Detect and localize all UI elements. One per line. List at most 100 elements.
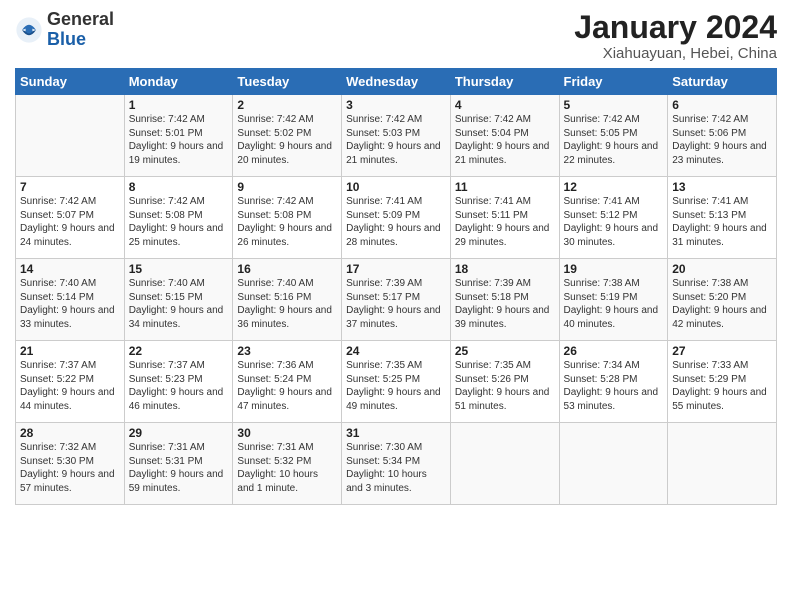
day-number: 27 [672,344,772,358]
calendar-cell [16,95,125,177]
week-row-2: 7Sunrise: 7:42 AM Sunset: 5:07 PM Daylig… [16,177,777,259]
day-number: 16 [237,262,337,276]
day-content: Sunrise: 7:37 AM Sunset: 5:23 PM Dayligh… [129,359,229,413]
week-row-1: 1Sunrise: 7:42 AM Sunset: 5:01 PM Daylig… [16,95,777,177]
calendar-cell: 4Sunrise: 7:42 AM Sunset: 5:04 PM Daylig… [450,95,559,177]
day-number: 12 [564,180,664,194]
day-header-monday: Monday [124,69,233,95]
day-number: 19 [564,262,664,276]
calendar-cell: 20Sunrise: 7:38 AM Sunset: 5:20 PM Dayli… [668,259,777,341]
day-number: 9 [237,180,337,194]
calendar-cell: 29Sunrise: 7:31 AM Sunset: 5:31 PM Dayli… [124,423,233,505]
calendar-cell: 31Sunrise: 7:30 AM Sunset: 5:34 PM Dayli… [342,423,451,505]
day-content: Sunrise: 7:34 AM Sunset: 5:28 PM Dayligh… [564,359,664,413]
day-number: 15 [129,262,229,276]
calendar-subtitle: Xiahuayuan, Hebei, China [574,45,777,62]
calendar-cell: 6Sunrise: 7:42 AM Sunset: 5:06 PM Daylig… [668,95,777,177]
day-number: 3 [346,98,446,112]
day-content: Sunrise: 7:42 AM Sunset: 5:02 PM Dayligh… [237,113,337,167]
week-row-3: 14Sunrise: 7:40 AM Sunset: 5:14 PM Dayli… [16,259,777,341]
day-header-row: SundayMondayTuesdayWednesdayThursdayFrid… [16,69,777,95]
day-content: Sunrise: 7:40 AM Sunset: 5:16 PM Dayligh… [237,277,337,331]
calendar-cell: 7Sunrise: 7:42 AM Sunset: 5:07 PM Daylig… [16,177,125,259]
day-content: Sunrise: 7:32 AM Sunset: 5:30 PM Dayligh… [20,441,120,495]
day-content: Sunrise: 7:37 AM Sunset: 5:22 PM Dayligh… [20,359,120,413]
day-content: Sunrise: 7:35 AM Sunset: 5:26 PM Dayligh… [455,359,555,413]
day-number: 17 [346,262,446,276]
calendar-title: January 2024 [574,10,777,45]
calendar-cell: 18Sunrise: 7:39 AM Sunset: 5:18 PM Dayli… [450,259,559,341]
calendar-cell [559,423,668,505]
day-content: Sunrise: 7:42 AM Sunset: 5:08 PM Dayligh… [129,195,229,249]
day-number: 5 [564,98,664,112]
calendar-cell: 23Sunrise: 7:36 AM Sunset: 5:24 PM Dayli… [233,341,342,423]
logo-text: General Blue [47,10,114,50]
calendar-cell: 24Sunrise: 7:35 AM Sunset: 5:25 PM Dayli… [342,341,451,423]
day-number: 18 [455,262,555,276]
calendar-cell [668,423,777,505]
calendar-cell: 1Sunrise: 7:42 AM Sunset: 5:01 PM Daylig… [124,95,233,177]
calendar-cell: 22Sunrise: 7:37 AM Sunset: 5:23 PM Dayli… [124,341,233,423]
calendar-cell: 10Sunrise: 7:41 AM Sunset: 5:09 PM Dayli… [342,177,451,259]
logo-blue: Blue [47,29,86,49]
calendar-page: General Blue January 2024 Xiahuayuan, He… [0,0,792,612]
day-number: 2 [237,98,337,112]
day-content: Sunrise: 7:41 AM Sunset: 5:09 PM Dayligh… [346,195,446,249]
calendar-cell: 27Sunrise: 7:33 AM Sunset: 5:29 PM Dayli… [668,341,777,423]
day-content: Sunrise: 7:39 AM Sunset: 5:17 PM Dayligh… [346,277,446,331]
day-number: 11 [455,180,555,194]
logo-icon [15,16,43,44]
day-content: Sunrise: 7:38 AM Sunset: 5:19 PM Dayligh… [564,277,664,331]
day-header-friday: Friday [559,69,668,95]
day-number: 25 [455,344,555,358]
day-content: Sunrise: 7:42 AM Sunset: 5:06 PM Dayligh… [672,113,772,167]
week-row-4: 21Sunrise: 7:37 AM Sunset: 5:22 PM Dayli… [16,341,777,423]
day-content: Sunrise: 7:35 AM Sunset: 5:25 PM Dayligh… [346,359,446,413]
day-content: Sunrise: 7:40 AM Sunset: 5:15 PM Dayligh… [129,277,229,331]
day-content: Sunrise: 7:30 AM Sunset: 5:34 PM Dayligh… [346,441,446,495]
day-header-wednesday: Wednesday [342,69,451,95]
day-number: 8 [129,180,229,194]
calendar-cell: 11Sunrise: 7:41 AM Sunset: 5:11 PM Dayli… [450,177,559,259]
calendar-cell: 30Sunrise: 7:31 AM Sunset: 5:32 PM Dayli… [233,423,342,505]
logo-general: General [47,9,114,29]
day-number: 28 [20,426,120,440]
day-number: 7 [20,180,120,194]
day-content: Sunrise: 7:41 AM Sunset: 5:11 PM Dayligh… [455,195,555,249]
calendar-cell: 5Sunrise: 7:42 AM Sunset: 5:05 PM Daylig… [559,95,668,177]
calendar-cell: 2Sunrise: 7:42 AM Sunset: 5:02 PM Daylig… [233,95,342,177]
calendar-cell: 28Sunrise: 7:32 AM Sunset: 5:30 PM Dayli… [16,423,125,505]
day-number: 6 [672,98,772,112]
day-content: Sunrise: 7:36 AM Sunset: 5:24 PM Dayligh… [237,359,337,413]
day-number: 29 [129,426,229,440]
day-number: 26 [564,344,664,358]
day-header-saturday: Saturday [668,69,777,95]
calendar-cell: 26Sunrise: 7:34 AM Sunset: 5:28 PM Dayli… [559,341,668,423]
day-number: 30 [237,426,337,440]
header: General Blue January 2024 Xiahuayuan, He… [15,10,777,62]
day-content: Sunrise: 7:33 AM Sunset: 5:29 PM Dayligh… [672,359,772,413]
calendar-table: SundayMondayTuesdayWednesdayThursdayFrid… [15,68,777,505]
calendar-cell: 25Sunrise: 7:35 AM Sunset: 5:26 PM Dayli… [450,341,559,423]
day-number: 4 [455,98,555,112]
calendar-cell: 14Sunrise: 7:40 AM Sunset: 5:14 PM Dayli… [16,259,125,341]
calendar-cell: 3Sunrise: 7:42 AM Sunset: 5:03 PM Daylig… [342,95,451,177]
day-number: 24 [346,344,446,358]
calendar-cell: 13Sunrise: 7:41 AM Sunset: 5:13 PM Dayli… [668,177,777,259]
day-number: 1 [129,98,229,112]
calendar-cell [450,423,559,505]
day-content: Sunrise: 7:31 AM Sunset: 5:32 PM Dayligh… [237,441,337,495]
day-header-thursday: Thursday [450,69,559,95]
calendar-cell: 21Sunrise: 7:37 AM Sunset: 5:22 PM Dayli… [16,341,125,423]
week-row-5: 28Sunrise: 7:32 AM Sunset: 5:30 PM Dayli… [16,423,777,505]
calendar-cell: 9Sunrise: 7:42 AM Sunset: 5:08 PM Daylig… [233,177,342,259]
day-number: 14 [20,262,120,276]
day-content: Sunrise: 7:39 AM Sunset: 5:18 PM Dayligh… [455,277,555,331]
calendar-cell: 8Sunrise: 7:42 AM Sunset: 5:08 PM Daylig… [124,177,233,259]
day-content: Sunrise: 7:42 AM Sunset: 5:01 PM Dayligh… [129,113,229,167]
day-content: Sunrise: 7:42 AM Sunset: 5:04 PM Dayligh… [455,113,555,167]
day-number: 20 [672,262,772,276]
logo: General Blue [15,10,114,50]
day-number: 23 [237,344,337,358]
day-content: Sunrise: 7:40 AM Sunset: 5:14 PM Dayligh… [20,277,120,331]
